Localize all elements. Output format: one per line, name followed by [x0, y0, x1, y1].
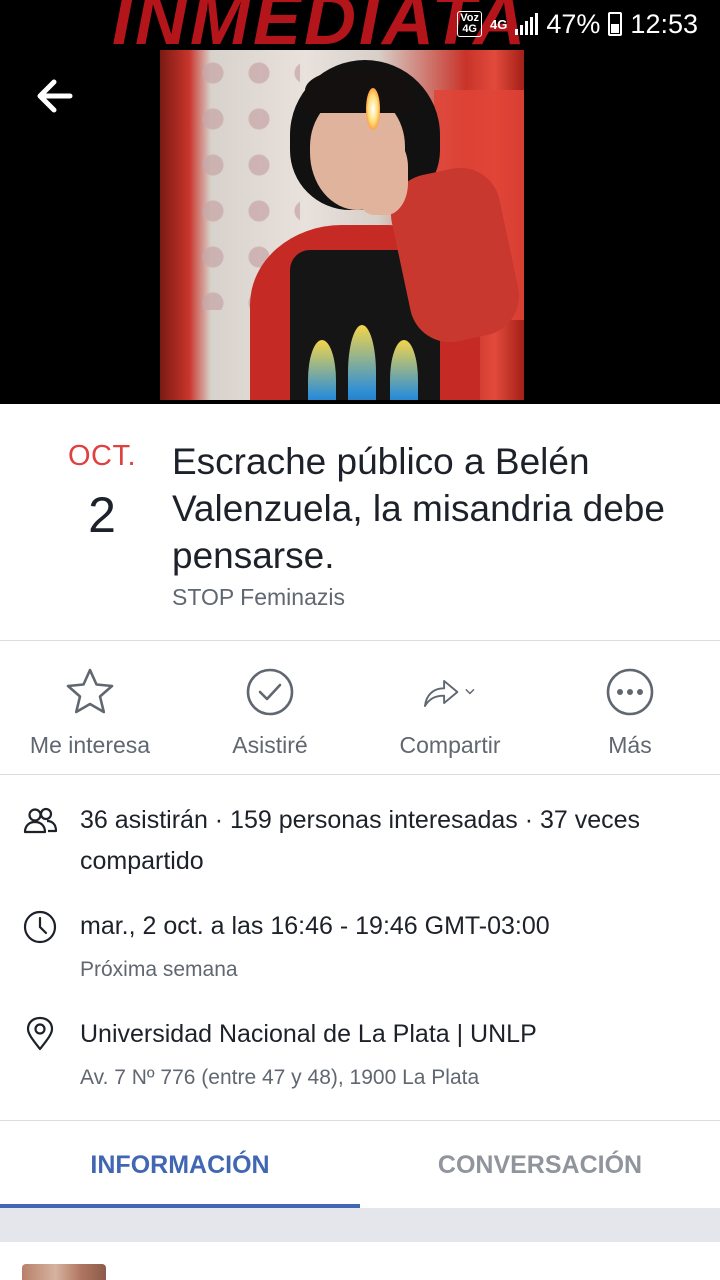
flame-print — [308, 340, 336, 400]
person-bangs — [305, 68, 415, 113]
tab-information[interactable]: INFORMACIÓN — [0, 1122, 360, 1208]
going-button[interactable]: Asistiré — [180, 642, 360, 774]
event-title: Escrache público a Belén Valenzuela, la … — [172, 441, 665, 576]
battery-percent: 47% — [546, 8, 601, 39]
event-host-link[interactable]: STOP Feminazis — [172, 584, 345, 611]
next-card — [0, 1242, 720, 1280]
star-icon — [66, 668, 114, 714]
clock-icon — [23, 910, 57, 944]
share-button[interactable]: Compartir — [360, 642, 540, 774]
network-type: 4G — [490, 16, 508, 32]
event-day: 2 — [88, 487, 116, 543]
check-circle-icon — [246, 668, 294, 716]
datetime-row[interactable]: mar., 2 oct. a las 16:46 - 19:46 GMT-03:… — [0, 906, 720, 986]
arrow-left-icon — [37, 79, 73, 113]
event-datetime: mar., 2 oct. a las 16:46 - 19:46 GMT-03:… — [80, 912, 550, 940]
lighter-flame — [366, 88, 380, 130]
back-button[interactable] — [34, 76, 76, 116]
signal-icon — [515, 13, 539, 35]
avatar[interactable] — [22, 1264, 106, 1280]
flame-print — [348, 325, 376, 400]
person-hand — [353, 135, 408, 215]
more-label: Más — [608, 732, 652, 758]
event-place: Universidad Nacional de La Plata | UNLP — [80, 1020, 537, 1048]
flame-print — [390, 340, 418, 400]
battery-icon — [608, 12, 623, 36]
people-icon — [23, 807, 58, 834]
guest-stats: 36 asistirán · 159 personas interesadas … — [80, 806, 641, 875]
share-label: Compartir — [399, 732, 501, 758]
tab-conversation[interactable]: CONVERSACIÓN — [360, 1122, 720, 1208]
guests-row[interactable]: 36 asistirán · 159 personas interesadas … — [0, 800, 720, 900]
more-button[interactable]: Más — [540, 642, 720, 774]
section-separator — [0, 1208, 720, 1242]
event-month: OCT. — [67, 440, 137, 472]
event-tabs: INFORMACIÓN CONVERSACIÓN — [0, 1122, 720, 1208]
location-pin-icon — [26, 1016, 54, 1051]
interested-label: Me interesa — [29, 732, 151, 758]
share-icon — [423, 679, 475, 707]
event-details: 36 asistirán · 159 personas interesadas … — [0, 776, 720, 1121]
event-relative-date: Próxima semana — [80, 958, 238, 981]
interested-button[interactable]: Me interesa — [0, 642, 180, 774]
chevron-down-icon — [465, 689, 475, 695]
event-address: Av. 7 Nº 776 (entre 47 y 48), 1900 La Pl… — [80, 1066, 480, 1089]
more-icon — [606, 668, 654, 716]
event-header: OCT. 2 Escrache público a Belén Valenzue… — [0, 404, 720, 641]
location-row[interactable]: Universidad Nacional de La Plata | UNLP … — [0, 1014, 720, 1104]
action-bar: Me interesa Asistiré Compartir Más — [0, 642, 720, 775]
going-label: Asistiré — [232, 732, 308, 758]
cover-photo[interactable] — [160, 50, 524, 400]
volte-icon: Voz 4G — [457, 11, 483, 37]
status-bar: Voz 4G 4G 47% 12:53 — [457, 0, 720, 48]
event-cover: INMEDIATA Voz 4G 4G 47% 12:53 — [0, 0, 720, 404]
status-time: 12:53 — [630, 8, 698, 39]
